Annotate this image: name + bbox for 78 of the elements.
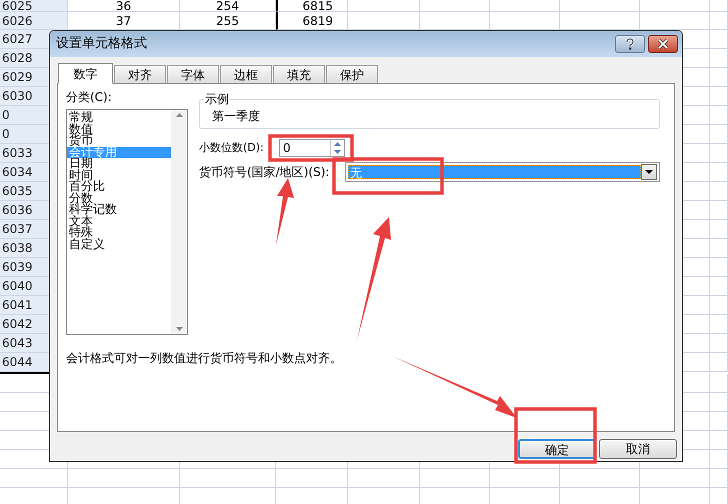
category-item[interactable]: 特殊 [67,227,171,238]
table-cell [710,125,728,144]
table-cell [710,0,728,12]
table-cell [640,469,710,488]
close-icon [657,39,669,49]
dialog-button[interactable]: 确定 [518,439,596,459]
category-item[interactable]: 百分比 [67,181,171,192]
sample-value: 第一季度 [212,109,261,123]
table-cell [710,201,728,220]
spin-down-icon[interactable] [331,148,344,156]
table-cell [710,353,728,372]
category-item[interactable]: 数值 [67,124,171,135]
sample-legend: 示例 [204,92,230,106]
table-cell [710,220,728,239]
table-cell: 6815 [276,0,348,12]
row-header[interactable]: 6025 [0,0,68,12]
table-cell [710,239,728,258]
help-button[interactable] [615,35,645,53]
category-item[interactable]: 时间 [67,170,171,181]
table-cell [710,49,728,68]
arrow [276,178,294,245]
table-cell [0,469,68,488]
category-item[interactable]: 日期 [67,158,171,170]
category-item[interactable]: 科学记数 [67,204,171,216]
tab[interactable]: 边框 [220,65,272,84]
category-item[interactable]: 常规 [67,112,171,124]
table-cell [348,0,420,12]
description-text: 会计格式可对一列数值进行货币符号和小数点对齐。 [66,350,343,367]
tab[interactable]: 数字 [58,63,113,84]
scroll-up-icon [176,113,182,117]
table-cell [348,469,420,488]
close-button[interactable] [648,35,678,53]
tab[interactable]: 保护 [326,65,378,84]
row-header[interactable]: 6026 [0,12,68,30]
table-cell: 254 [180,0,276,12]
tab[interactable]: 填充 [273,65,325,84]
table-cell [710,431,728,450]
category-item[interactable]: 文本 [67,216,171,227]
table-cell [710,30,728,49]
currency-symbol-label: 货币符号(国家/地区)(S): [199,164,330,181]
table-cell [710,163,728,182]
table-cell [710,374,728,393]
help-icon [625,38,635,50]
table-cell [710,450,728,469]
table-cell [710,277,728,296]
table-cell [710,412,728,431]
table-cell [420,0,490,12]
caret-icon [645,170,653,174]
tab[interactable]: 字体 [167,65,219,84]
tab[interactable]: 对齐 [114,65,166,84]
table-cell [710,334,728,353]
table-cell [710,144,728,163]
decimal-places-label: 小数位数(D): [199,140,265,156]
table-cell [710,393,728,412]
table-cell [276,469,348,488]
table-cell: 36 [68,0,180,12]
table-cell [710,315,728,334]
scroll-down-icon [176,327,182,331]
table-cell [710,182,728,201]
category-label: 分类(C): [66,90,112,104]
table-cell [710,68,728,87]
spin-up-icon[interactable] [331,140,344,148]
table-cell [490,469,560,488]
category-item[interactable]: 自定义 [67,238,171,250]
table-cell [710,12,728,30]
table-cell [710,258,728,277]
scrollbar[interactable] [171,110,187,334]
table-cell [710,87,728,106]
table-cell [640,0,710,12]
dialog-button[interactable]: 取消 [599,439,677,459]
table-cell [710,296,728,315]
category-item[interactable]: 货币 [67,135,171,146]
table-cell [420,469,490,488]
table-cell [710,106,728,125]
category-item[interactable]: 分数 [67,192,171,204]
decimal-places-spinner[interactable]: 0 [279,139,345,157]
table-cell [490,0,560,12]
table-cell [710,469,728,488]
